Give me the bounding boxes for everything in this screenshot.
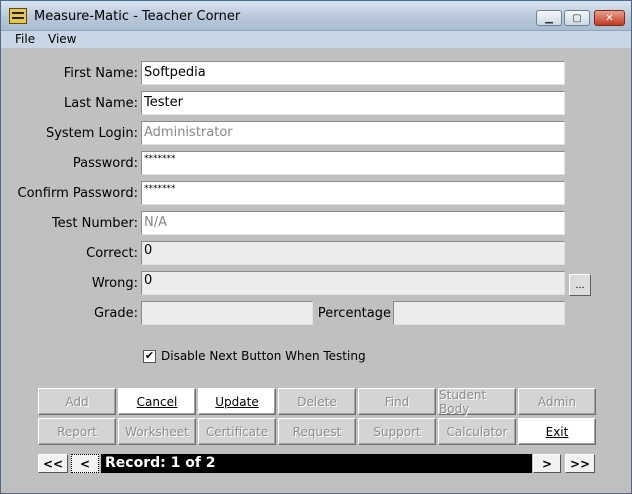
first-record-icon: << (42, 456, 64, 471)
admin-button[interactable]: Admin (518, 388, 596, 415)
password-label: Password: (72, 156, 138, 171)
cancel-button[interactable]: Cancel (118, 388, 196, 415)
window-title: Measure-Matic - Teacher Corner (34, 9, 241, 24)
disable-next-checkbox[interactable]: ✔ (143, 349, 156, 363)
find-button[interactable]: Find (358, 388, 436, 415)
disable-next-label: Disable Next Button When Testing (161, 349, 366, 363)
confirm-password-field[interactable]: ******* (141, 181, 565, 205)
next-record-button[interactable]: > (533, 454, 561, 473)
minimize-icon: ▁ (545, 12, 553, 24)
check-icon: ✔ (144, 349, 155, 362)
correct-label: Correct: (86, 246, 138, 261)
wrong-label: Wrong: (91, 276, 138, 291)
disable-next-option[interactable]: ✔ Disable Next Button When Testing (143, 349, 366, 363)
add-button[interactable]: Add (38, 388, 116, 415)
wrong-field[interactable]: 0 (141, 271, 565, 295)
first-record-button[interactable]: << (38, 454, 68, 473)
password-field[interactable]: ******* (141, 151, 565, 175)
wrong-lookup-button[interactable]: ... (569, 274, 591, 296)
calculator-button[interactable]: Calculator (438, 418, 516, 445)
menu-view[interactable]: View (48, 32, 76, 46)
system-login-field[interactable]: Administrator (141, 121, 565, 145)
correct-field[interactable]: 0 (141, 241, 565, 265)
last-name-field[interactable]: Tester (141, 91, 565, 115)
last-record-icon: >> (569, 456, 591, 471)
support-button[interactable]: Support (358, 418, 436, 445)
exit-button[interactable]: Exit (518, 418, 596, 445)
test-number-field[interactable]: N/A (141, 211, 565, 235)
test-number-label: Test Number: (51, 216, 138, 231)
last-name-label: Last Name: (64, 96, 138, 111)
percentage-field[interactable] (393, 301, 565, 325)
percentage-label: Percentage (317, 306, 391, 321)
record-indicator: Record: 1 of 2 (101, 454, 532, 473)
confirm-password-label: Confirm Password: (17, 186, 138, 201)
next-record-icon: > (541, 456, 553, 471)
maximize-icon: ▢ (572, 12, 582, 24)
student-body-button[interactable]: Student Body (438, 388, 516, 416)
last-record-button[interactable]: >> (565, 454, 595, 473)
close-icon: ✕ (605, 12, 614, 24)
menu-file[interactable]: File (15, 32, 35, 46)
certificate-button[interactable]: Certificate (198, 418, 276, 445)
minimize-button[interactable]: ▁ (536, 10, 562, 26)
first-name-label: First Name: (63, 66, 138, 81)
app-ruler-icon[interactable] (9, 8, 27, 24)
menu-bar: File View (1, 31, 631, 48)
main-window: Measure-Matic - Teacher Corner ▁ ▢ ✕ Fil… (0, 0, 632, 494)
grade-label: Grade: (93, 306, 138, 321)
ellipsis-icon: ... (575, 279, 585, 291)
prev-record-icon: < (79, 456, 91, 471)
first-name-field[interactable]: Softpedia (141, 61, 565, 85)
prev-record-button[interactable]: < (71, 454, 99, 473)
delete-button[interactable]: Delete (278, 388, 356, 415)
request-button[interactable]: Request (278, 418, 356, 445)
update-button[interactable]: Update (198, 388, 276, 415)
close-button[interactable]: ✕ (594, 10, 625, 26)
report-button[interactable]: Report (38, 418, 116, 445)
system-login-label: System Login: (45, 126, 138, 141)
maximize-button[interactable]: ▢ (564, 10, 590, 26)
worksheet-button[interactable]: Worksheet (118, 418, 196, 445)
grade-field[interactable] (141, 301, 313, 325)
title-bar[interactable]: Measure-Matic - Teacher Corner ▁ ▢ ✕ (1, 1, 631, 31)
